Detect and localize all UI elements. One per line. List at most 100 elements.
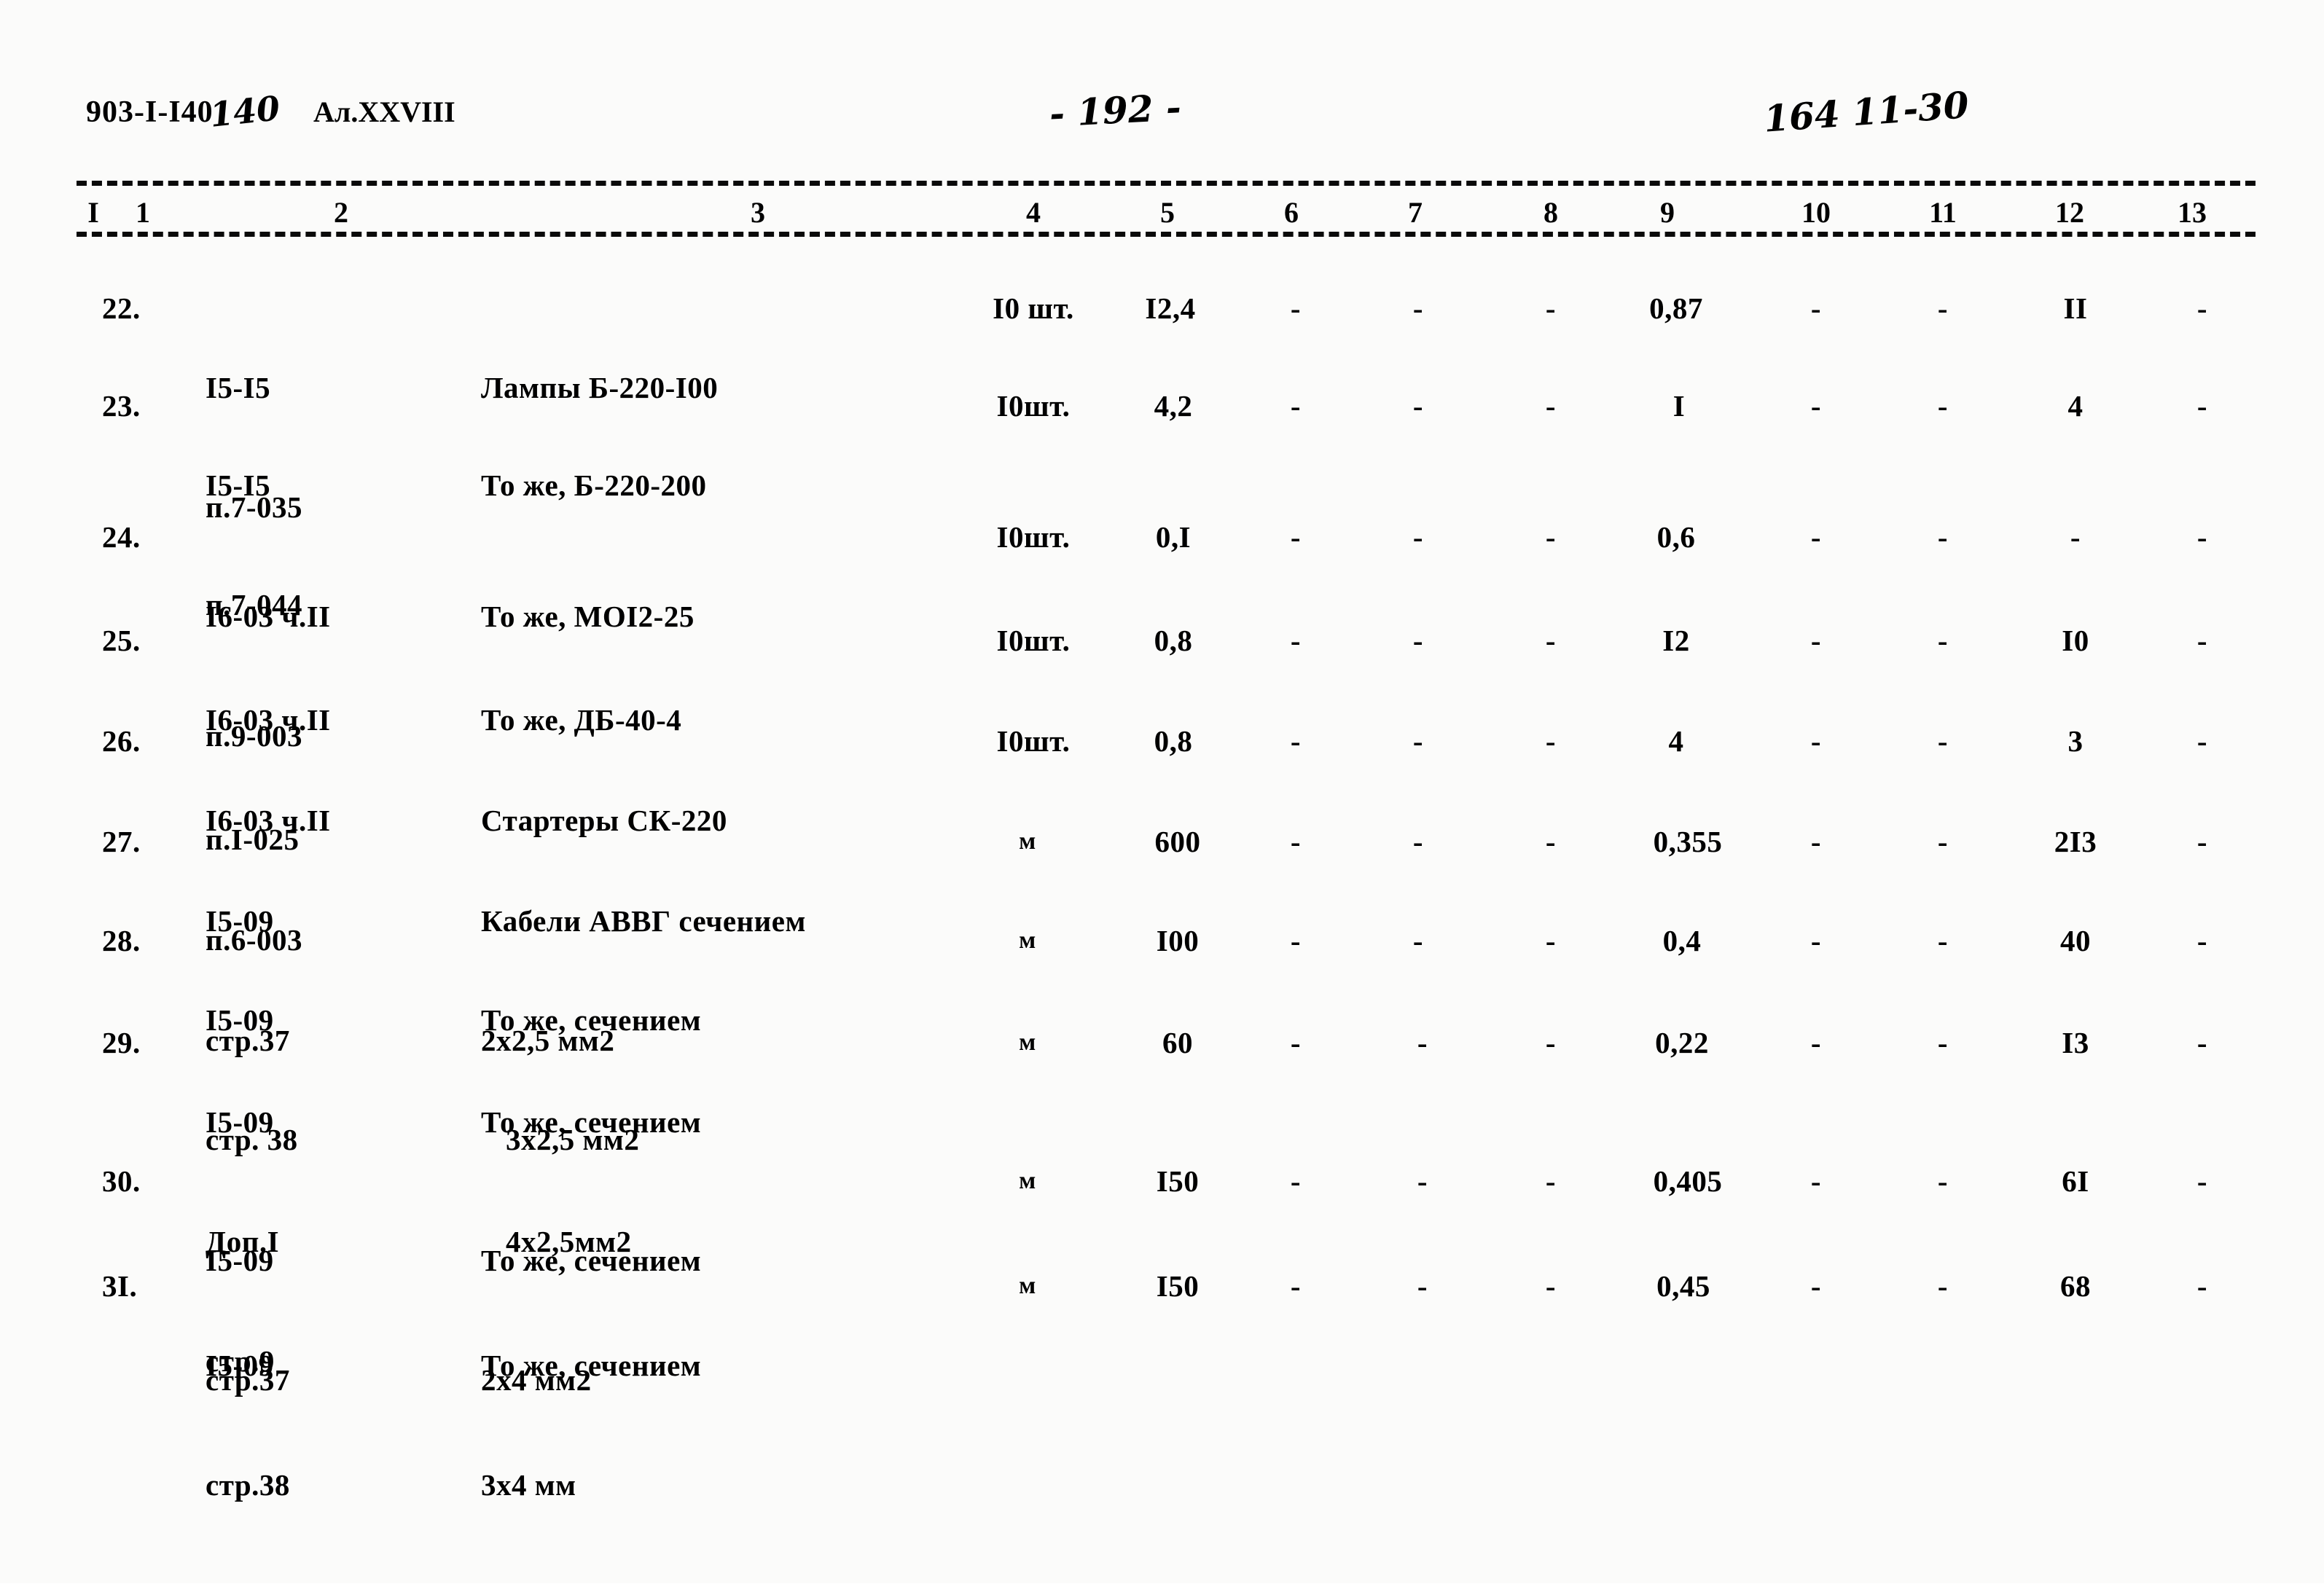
row-col6: - — [1290, 1269, 1302, 1303]
row-col10: - — [1810, 1026, 1822, 1059]
row-col9: 0,45 — [1656, 1269, 1710, 1303]
row-col13: - — [2196, 624, 2208, 657]
row-number: 27. — [102, 825, 141, 858]
row-col12: 4 — [2067, 389, 2084, 423]
row-col11: - — [1937, 1164, 1949, 1198]
row-number: 23. — [102, 389, 141, 423]
row-col11: - — [1937, 291, 1949, 325]
row-col6: - — [1290, 389, 1302, 423]
row-col11: - — [1937, 389, 1949, 423]
row-reference: I5-09 стр.38 — [206, 1266, 290, 1584]
row-number: 25. — [102, 624, 141, 657]
row-unit: I0шт. — [996, 389, 1071, 423]
row-col5: 600 — [1154, 825, 1201, 858]
row-col7: - — [1412, 724, 1424, 758]
row-col11: - — [1937, 520, 1949, 554]
row-col5: 0,8 — [1154, 624, 1193, 657]
row-description: То же, сечением 3х4 мм — [481, 1266, 701, 1584]
row-col9: 0,87 — [1649, 291, 1703, 325]
row-col13: - — [2196, 825, 2208, 858]
row-col7: - — [1412, 624, 1424, 657]
row-col8: - — [1545, 291, 1557, 325]
row-col8: - — [1545, 520, 1557, 554]
row-col8: - — [1545, 1026, 1557, 1059]
description-line-1: То же, сечением — [481, 1349, 702, 1382]
row-col12: 40 — [2060, 924, 2091, 957]
row-col12: II — [2063, 291, 2088, 325]
row-unit: I0шт. — [996, 624, 1071, 657]
row-col5: I2,4 — [1145, 291, 1196, 325]
row-col9: 0,4 — [1662, 924, 1702, 957]
row-col12: 6I — [2062, 1164, 2089, 1198]
row-col8: - — [1545, 1269, 1557, 1303]
row-col5: I00 — [1156, 924, 1200, 957]
row-col8: - — [1545, 389, 1557, 423]
description-line-1: То же, сечением — [481, 1105, 702, 1139]
row-col13: - — [2196, 1164, 2208, 1198]
row-col8: - — [1545, 724, 1557, 758]
row-number: 30. — [102, 1164, 141, 1198]
reference-line-2: стр.38 — [206, 1468, 290, 1502]
row-col9: 0,405 — [1653, 1164, 1723, 1198]
row-col10: - — [1810, 825, 1822, 858]
reference-line-1: I5-09 — [206, 1349, 274, 1382]
row-col9: 4 — [1668, 724, 1684, 758]
row-col8: - — [1545, 825, 1557, 858]
row-col10: - — [1810, 1164, 1822, 1198]
row-col13: - — [2196, 1026, 2208, 1059]
row-col9: 0,355 — [1653, 825, 1723, 858]
row-col12: 2I3 — [2054, 825, 2097, 858]
row-col12: I0 — [2062, 624, 2089, 657]
row-col8: - — [1545, 924, 1557, 957]
row-col9: I2 — [1662, 624, 1690, 657]
row-col13: - — [2196, 291, 2208, 325]
row-number: 3I. — [102, 1269, 138, 1303]
row-col6: - — [1290, 825, 1302, 858]
row-col13: - — [2196, 389, 2208, 423]
row-col7: - — [1417, 1164, 1428, 1198]
row-unit: м — [1019, 1167, 1036, 1194]
row-col6: - — [1290, 1164, 1302, 1198]
row-col6: - — [1290, 724, 1302, 758]
row-col7: - — [1417, 1269, 1428, 1303]
row-col13: - — [2196, 924, 2208, 957]
row-col6: - — [1290, 1026, 1302, 1059]
row-col12: 68 — [2060, 1269, 2091, 1303]
row-col9: 0,6 — [1656, 520, 1696, 554]
row-col12: 3 — [2067, 724, 2084, 758]
row-col10: - — [1810, 520, 1822, 554]
row-col6: - — [1290, 924, 1302, 957]
row-col11: - — [1937, 624, 1949, 657]
row-number: 22. — [102, 291, 141, 325]
row-col7: - — [1412, 520, 1424, 554]
row-col6: - — [1290, 624, 1302, 657]
row-col11: - — [1937, 1269, 1949, 1303]
row-col11: - — [1937, 825, 1949, 858]
description-line-1: То же, Б-220-200 — [481, 468, 707, 502]
row-col5: 0,I — [1155, 520, 1192, 554]
row-col8: - — [1545, 624, 1557, 657]
row-unit: м — [1019, 1272, 1036, 1299]
scanned-page: 903-I-I40 140 Ал.XXVIII - 192 - 164 11-3… — [0, 0, 2324, 1583]
row-col5: I50 — [1156, 1269, 1200, 1303]
row-unit: м — [1019, 1029, 1036, 1056]
row-col9: I — [1672, 389, 1686, 423]
row-col10: - — [1810, 924, 1822, 957]
row-col10: - — [1810, 724, 1822, 758]
row-col6: - — [1290, 291, 1302, 325]
row-col13: - — [2196, 1269, 2208, 1303]
row-col10: - — [1810, 389, 1822, 423]
row-col11: - — [1937, 924, 1949, 957]
row-col10: - — [1810, 291, 1822, 325]
row-col5: 4,2 — [1154, 389, 1193, 423]
row-unit: I0шт. — [996, 520, 1071, 554]
row-unit: I0 шт. — [993, 291, 1074, 325]
row-col11: - — [1937, 724, 1949, 758]
row-col13: - — [2196, 520, 2208, 554]
row-col11: - — [1937, 1026, 1949, 1059]
row-unit: м — [1019, 828, 1036, 855]
row-col12: I3 — [2062, 1026, 2089, 1059]
row-number: 28. — [102, 924, 141, 957]
row-col5: 0,8 — [1154, 724, 1193, 758]
row-col10: - — [1810, 624, 1822, 657]
